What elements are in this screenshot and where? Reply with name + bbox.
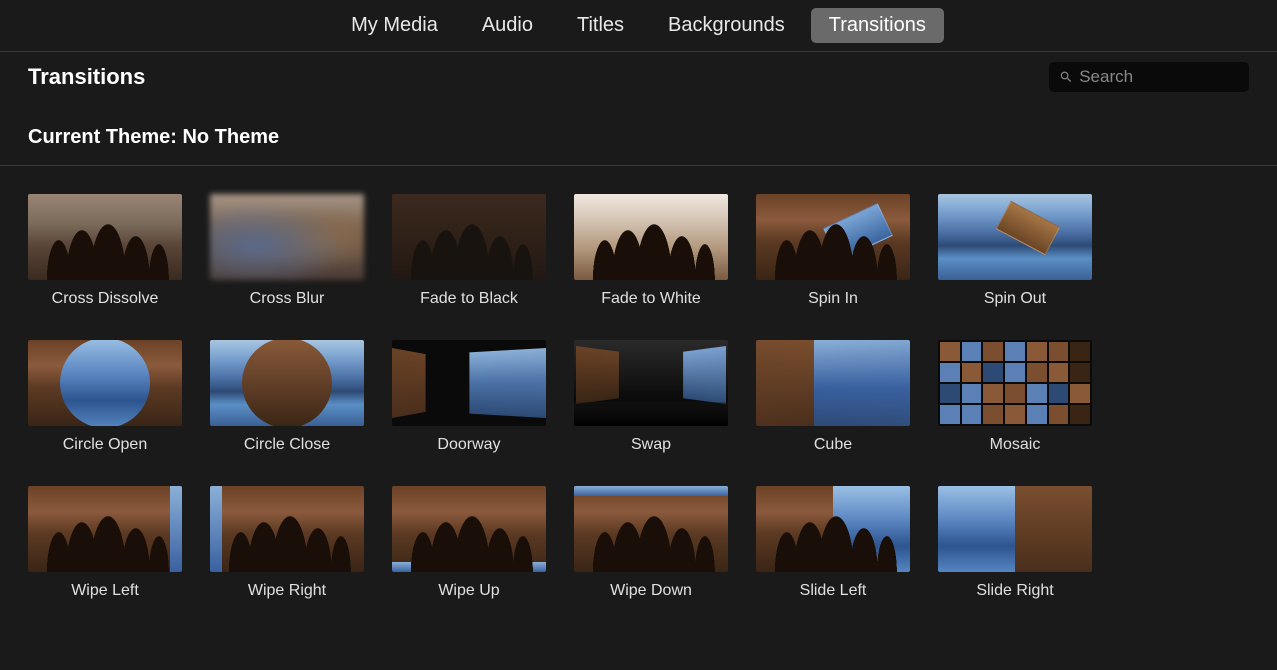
section-title: Transitions (28, 64, 145, 90)
transition-label: Slide Right (976, 582, 1053, 600)
tab-titles[interactable]: Titles (559, 8, 642, 43)
transition-slide-right[interactable]: Slide Right (938, 486, 1092, 600)
transition-cross-blur[interactable]: Cross Blur (210, 194, 364, 308)
transition-thumbnail (574, 194, 728, 280)
transition-cross-dissolve[interactable]: Cross Dissolve (28, 194, 182, 308)
transition-thumbnail (210, 340, 364, 426)
transition-label: Wipe Down (610, 582, 692, 600)
theme-row: Current Theme: No Theme (0, 102, 1277, 166)
transition-label: Mosaic (990, 436, 1041, 454)
transition-label: Slide Left (800, 582, 867, 600)
transition-thumbnail (28, 486, 182, 572)
transition-circle-open[interactable]: Circle Open (28, 340, 182, 454)
transition-thumbnail (392, 340, 546, 426)
transition-spin-in[interactable]: Spin In (756, 194, 910, 308)
transition-fade-to-black[interactable]: Fade to Black (392, 194, 546, 308)
current-theme-label: Current Theme: No Theme (28, 126, 1249, 149)
transition-thumbnail (210, 486, 364, 572)
transition-swap[interactable]: Swap (574, 340, 728, 454)
transition-doorway[interactable]: Doorway (392, 340, 546, 454)
transition-cube[interactable]: Cube (756, 340, 910, 454)
search-box[interactable] (1049, 62, 1249, 92)
transition-thumbnail (392, 194, 546, 280)
transition-label: Circle Open (63, 436, 147, 454)
transition-fade-to-white[interactable]: Fade to White (574, 194, 728, 308)
transition-label: Fade to Black (420, 290, 518, 308)
transition-thumbnail (938, 340, 1092, 426)
transitions-grid: Cross Dissolve Cross Blur Fade to Black … (0, 166, 1277, 610)
transition-label: Cross Dissolve (52, 290, 159, 308)
transition-label: Circle Close (244, 436, 330, 454)
transition-wipe-left[interactable]: Wipe Left (28, 486, 182, 600)
search-input[interactable] (1079, 67, 1239, 87)
transition-label: Wipe Left (71, 582, 139, 600)
tab-my-media[interactable]: My Media (333, 8, 456, 43)
transition-label: Cross Blur (250, 290, 325, 308)
transition-thumbnail (28, 340, 182, 426)
transition-thumbnail (756, 194, 910, 280)
tab-backgrounds[interactable]: Backgrounds (650, 8, 803, 43)
transition-mosaic[interactable]: Mosaic (938, 340, 1092, 454)
transition-label: Fade to White (601, 290, 701, 308)
transition-label: Swap (631, 436, 671, 454)
transition-label: Wipe Right (248, 582, 326, 600)
transition-label: Cube (814, 436, 852, 454)
transition-thumbnail (756, 340, 910, 426)
transition-thumbnail (210, 194, 364, 280)
transition-wipe-up[interactable]: Wipe Up (392, 486, 546, 600)
transition-thumbnail (574, 486, 728, 572)
transition-label: Wipe Up (438, 582, 499, 600)
tab-transitions[interactable]: Transitions (811, 8, 944, 43)
transition-wipe-down[interactable]: Wipe Down (574, 486, 728, 600)
top-tab-bar: My Media Audio Titles Backgrounds Transi… (0, 0, 1277, 52)
transition-label: Doorway (437, 436, 500, 454)
search-icon (1059, 69, 1073, 85)
transition-thumbnail (574, 340, 728, 426)
transition-label: Spin Out (984, 290, 1046, 308)
transition-thumbnail (28, 194, 182, 280)
transition-spin-out[interactable]: Spin Out (938, 194, 1092, 308)
transition-circle-close[interactable]: Circle Close (210, 340, 364, 454)
transition-thumbnail (938, 486, 1092, 572)
transition-label: Spin In (808, 290, 858, 308)
transition-thumbnail (938, 194, 1092, 280)
tab-audio[interactable]: Audio (464, 8, 551, 43)
transition-slide-left[interactable]: Slide Left (756, 486, 910, 600)
transition-thumbnail (392, 486, 546, 572)
sub-header: Transitions (0, 52, 1277, 102)
transition-wipe-right[interactable]: Wipe Right (210, 486, 364, 600)
transition-thumbnail (756, 486, 910, 572)
